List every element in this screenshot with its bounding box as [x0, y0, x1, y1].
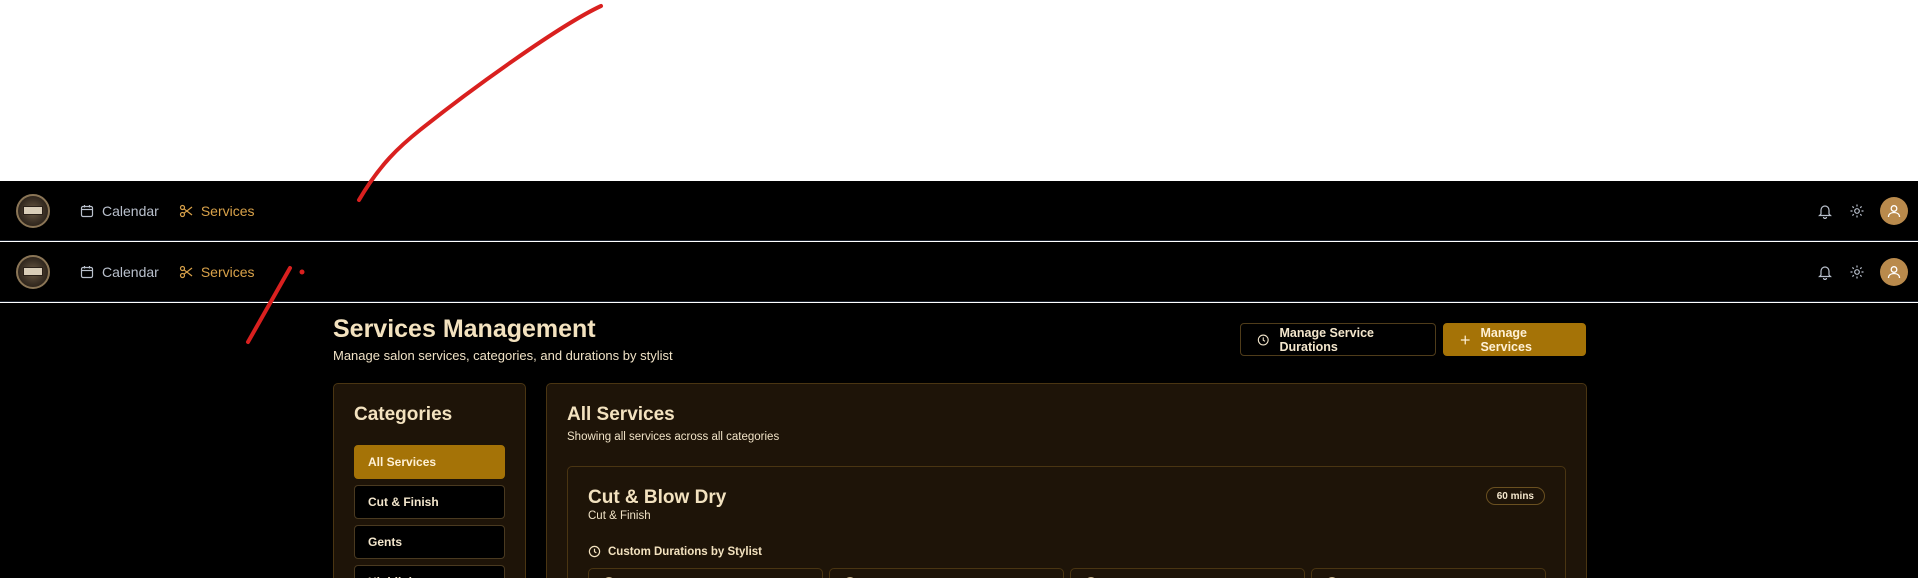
plus-icon	[1460, 335, 1470, 344]
manage-services-button[interactable]: Manage Services	[1443, 323, 1586, 356]
stylist-durations-row	[588, 568, 1546, 578]
stylist-duration-item[interactable]	[1070, 568, 1305, 578]
stylist-duration-item[interactable]	[1311, 568, 1546, 578]
calendar-icon	[80, 265, 94, 278]
category-item-gents[interactable]: Gents	[354, 525, 505, 559]
custom-durations-label: Custom Durations by Stylist	[608, 545, 762, 558]
nav-link-label: Services	[200, 202, 255, 219]
user-avatar-icon[interactable]	[1880, 257, 1908, 286]
services-subtitle: Showing all services across all categori…	[567, 431, 780, 443]
nav-link-label: Calendar	[102, 202, 159, 219]
nav-link-calendar[interactable]: Calendar	[80, 264, 159, 280]
services-title: All Services	[567, 404, 675, 425]
scissors-icon	[179, 204, 193, 217]
clock-icon	[1257, 334, 1269, 345]
nav-link-services[interactable]: Services	[179, 203, 255, 219]
top-navbar: Calendar Services	[0, 181, 1918, 241]
main-content: Services Management Manage salon service…	[0, 303, 1918, 578]
page-title: Services Management	[333, 315, 596, 343]
service-category: Cut & Finish	[588, 510, 651, 522]
bell-icon[interactable]	[1816, 263, 1834, 281]
category-item-highlights[interactable]: Highlights	[354, 565, 505, 578]
page-header: Services Management Manage salon service…	[333, 315, 673, 363]
calendar-icon	[80, 204, 94, 217]
services-panel: All Services Showing all services across…	[546, 383, 1587, 578]
gear-icon[interactable]	[1848, 202, 1866, 220]
nav-links: Calendar Services	[80, 264, 255, 280]
category-item-cut-finish[interactable]: Cut & Finish	[354, 485, 505, 519]
nav-link-label: Calendar	[102, 263, 159, 280]
user-avatar-icon[interactable]	[1880, 196, 1908, 225]
button-label: Manage Services	[1480, 325, 1532, 354]
service-name: Cut & Blow Dry	[588, 487, 727, 508]
top-navbar-duplicate: Calendar Services	[0, 242, 1918, 302]
category-item-all-services[interactable]: All Services	[354, 445, 505, 479]
header-actions: Manage Service Durations Manage Services	[1240, 323, 1586, 356]
stylist-duration-item[interactable]	[829, 568, 1064, 578]
custom-durations-heading: Custom Durations by Stylist	[588, 545, 762, 558]
categories-list: All Services Cut & Finish Gents Highligh…	[354, 445, 505, 578]
clock-icon	[588, 545, 601, 558]
gear-icon[interactable]	[1848, 263, 1866, 281]
categories-panel: Categories All Services Cut & Finish Gen…	[333, 383, 526, 578]
nav-link-services[interactable]: Services	[179, 264, 255, 280]
nav-right-actions	[1816, 196, 1908, 225]
nav-link-label: Services	[200, 263, 255, 280]
stylist-duration-item[interactable]	[588, 568, 823, 578]
nav-right-actions	[1816, 257, 1908, 286]
service-card[interactable]: Cut & Blow Dry Cut & Finish 60 mins Cust…	[567, 466, 1566, 578]
duration-badge: 60 mins	[1485, 487, 1545, 505]
nav-link-calendar[interactable]: Calendar	[80, 203, 159, 219]
page-subtitle: Manage salon services, categories, and d…	[333, 348, 673, 363]
categories-title: Categories	[354, 404, 453, 425]
salon-logo[interactable]	[16, 193, 50, 228]
blank-top-area	[0, 0, 1918, 181]
button-label: Manage Service Durations	[1279, 325, 1375, 354]
nav-links: Calendar Services	[80, 203, 255, 219]
salon-logo[interactable]	[16, 254, 50, 289]
manage-service-durations-button[interactable]: Manage Service Durations	[1240, 323, 1436, 356]
bell-icon[interactable]	[1816, 202, 1834, 220]
scissors-icon	[179, 265, 193, 278]
